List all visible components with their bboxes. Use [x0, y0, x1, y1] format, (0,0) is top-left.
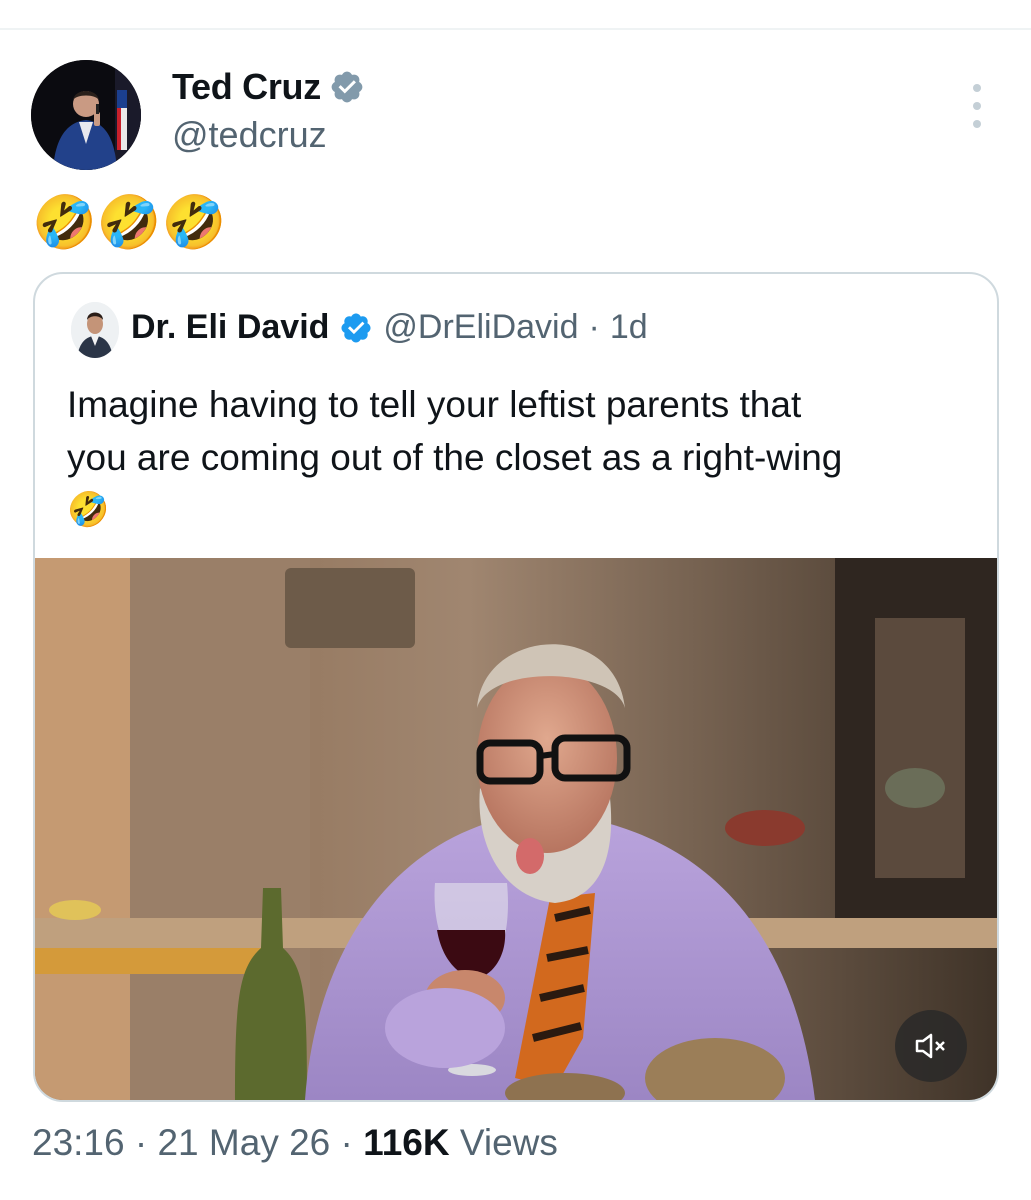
tweet-page: Ted Cruz @tedcruz 🤣🤣🤣 Dr. Eli David @DrE… — [0, 0, 1031, 1200]
views-label: Views — [459, 1122, 558, 1163]
quoted-author-avatar[interactable] — [71, 302, 119, 358]
author-avatar[interactable] — [31, 60, 141, 170]
quoted-author-name[interactable]: Dr. Eli David — [131, 308, 329, 347]
separator-dot: · — [588, 308, 600, 346]
quoted-timestamp[interactable]: 1d — [610, 308, 648, 347]
quoted-video[interactable] — [35, 558, 997, 1100]
mute-toggle-button[interactable] — [895, 1010, 967, 1082]
author-handle[interactable]: @tedcruz — [172, 114, 327, 156]
separator-dot: · — [340, 1122, 353, 1163]
verified-badge-icon — [341, 312, 371, 343]
quoted-tweet-text: Imagine having to tell your leftist pare… — [67, 378, 967, 537]
more-options-button[interactable] — [962, 84, 992, 128]
divider — [0, 28, 1031, 30]
quoted-text-line: you are coming out of the closet as a ri… — [67, 437, 843, 478]
quoted-text-line: Imagine having to tell your leftist pare… — [67, 384, 802, 425]
verified-badge-icon — [331, 71, 363, 103]
tweet-date[interactable]: 21 May 26 — [157, 1122, 330, 1163]
author-name-row: Ted Cruz — [172, 66, 365, 108]
quoted-author-handle[interactable]: @DrEliDavid — [383, 308, 578, 347]
separator-dot: · — [134, 1122, 148, 1163]
quoted-avatar-photo — [71, 302, 119, 358]
tweet-text: 🤣🤣🤣 — [32, 194, 227, 252]
quoted-tweet-card[interactable]: Dr. Eli David @DrEliDavid · 1d Imagine h… — [33, 272, 999, 1102]
more-vertical-icon — [973, 84, 981, 92]
speaker-muted-icon — [915, 1033, 945, 1059]
quoted-header: Dr. Eli David @DrEliDavid · 1d — [131, 308, 648, 347]
tweet-time[interactable]: 23:16 — [32, 1122, 125, 1163]
more-vertical-icon-dot — [973, 102, 981, 110]
author-name[interactable]: Ted Cruz — [172, 66, 321, 108]
avatar-photo — [31, 60, 141, 170]
views-count[interactable]: 116K — [363, 1122, 449, 1163]
more-vertical-icon-dot — [973, 120, 981, 128]
video-frame — [35, 558, 997, 1100]
quoted-text-emoji: 🤣 — [67, 491, 110, 529]
tweet-meta: 23:16 · 21 May 26 · 116K Views — [32, 1122, 558, 1164]
